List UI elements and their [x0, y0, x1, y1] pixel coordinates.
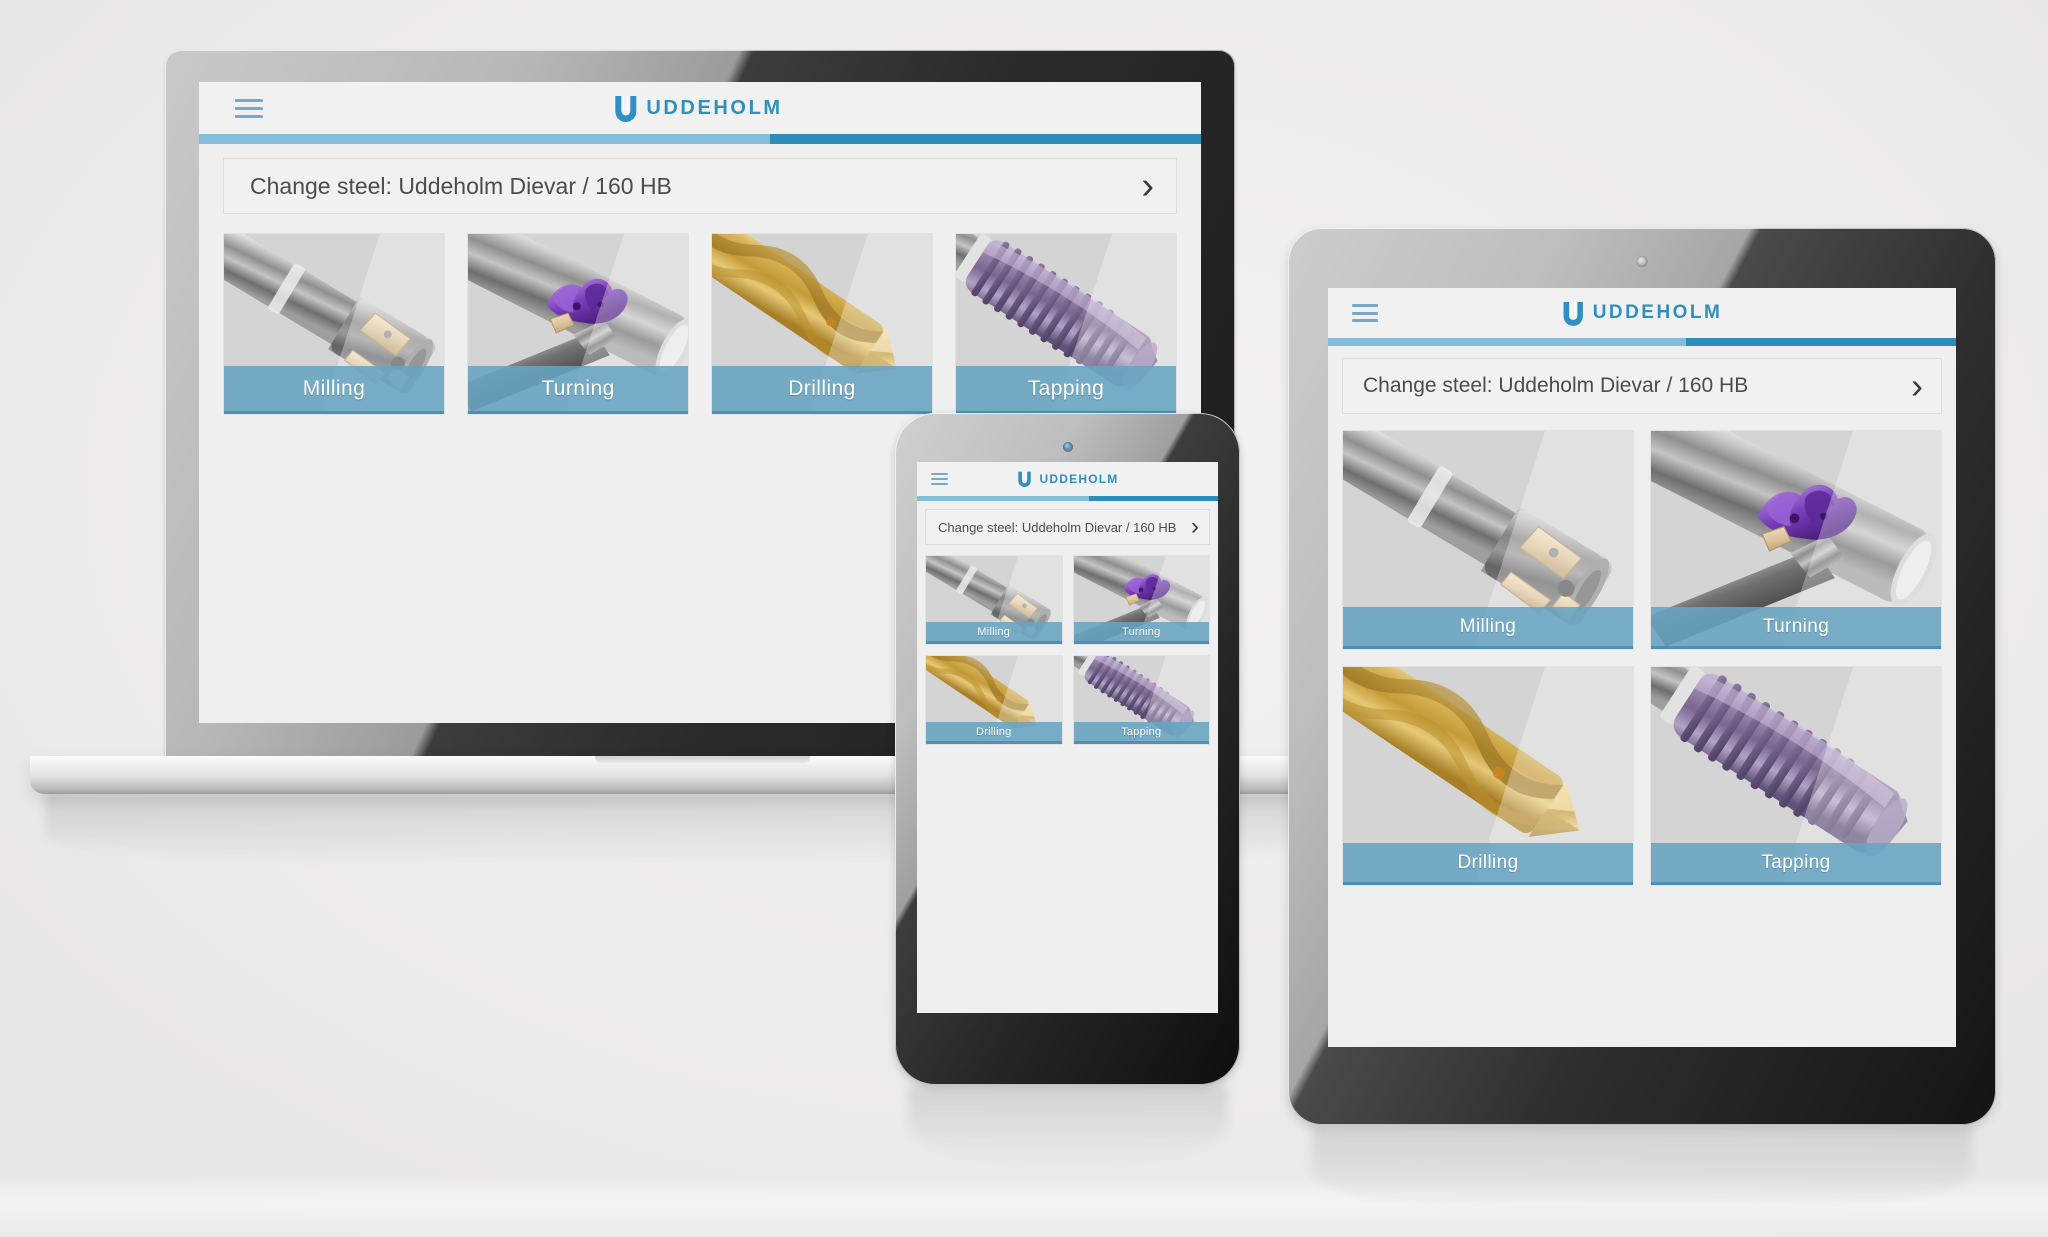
hamburger-line [931, 473, 948, 475]
change-steel-label: Change steel: Uddeholm Dievar / 160 HB [938, 519, 1177, 535]
tool-grid: Milling Turning Drilling Tapping [223, 233, 1177, 415]
hamburger-line [931, 478, 948, 480]
tool-caption: Drilling [712, 366, 932, 414]
hamburger-line [235, 114, 263, 118]
tablet-reflection [1312, 1127, 1972, 1217]
uddeholm-u-logo-icon [1017, 471, 1031, 487]
hamburger-menu-icon[interactable] [931, 473, 948, 485]
tool-card-milling[interactable]: Milling [1342, 430, 1634, 650]
tool-label: Tapping [1027, 376, 1105, 400]
app-topbar: UDDEHOLM [199, 82, 1201, 134]
front-camera-icon [1636, 256, 1648, 267]
app-content: Change steel: Uddeholm Dievar / 160 HB ›… [917, 501, 1218, 1013]
app-phone: UDDEHOLM Change steel: Uddeholm Dievar /… [917, 462, 1218, 1013]
tool-card-drilling[interactable]: Drilling [925, 655, 1063, 745]
chevron-right-icon[interactable]: › [1191, 515, 1199, 539]
tablet-device: UDDEHOLM Change steel: Uddeholm Dievar /… [1288, 228, 1996, 1217]
change-steel-selector[interactable]: Change steel: Uddeholm Dievar / 160 HB › [223, 158, 1177, 214]
chevron-right-icon[interactable]: › [1141, 167, 1154, 205]
tool-label: Turning [1762, 615, 1830, 637]
tool-card-tapping[interactable]: Tapping [1650, 666, 1942, 886]
hamburger-line [235, 106, 263, 110]
phone-frame: UDDEHOLM Change steel: Uddeholm Dievar /… [895, 413, 1240, 1085]
tool-label: Milling [977, 625, 1011, 638]
change-steel-label: Change steel: Uddeholm Dievar / 160 HB [1363, 374, 1749, 397]
tool-caption: Tapping [1073, 722, 1209, 744]
tool-grid: Milling Turning Drilling Tapping [1342, 430, 1942, 886]
phone-screen: UDDEHOLM Change steel: Uddeholm Dievar /… [917, 462, 1218, 1013]
tool-card-milling[interactable]: Milling [925, 555, 1063, 645]
hamburger-line [1352, 304, 1378, 307]
uddeholm-u-logo-icon [1563, 301, 1583, 326]
tool-label: Drilling [976, 725, 1012, 738]
app-tablet: UDDEHOLM Change steel: Uddeholm Dievar /… [1328, 288, 1956, 1047]
tool-card-milling[interactable]: Milling [223, 233, 445, 415]
tablet-frame: UDDEHOLM Change steel: Uddeholm Dievar /… [1288, 228, 1996, 1125]
tool-caption: Milling [1343, 607, 1633, 649]
tool-card-turning[interactable]: Turning [1072, 555, 1210, 645]
tool-card-drilling[interactable]: Drilling [711, 233, 933, 415]
hamburger-menu-icon[interactable] [235, 98, 263, 118]
front-camera-icon [1062, 442, 1073, 452]
tool-card-drilling[interactable]: Drilling [1342, 666, 1634, 886]
change-steel-selector[interactable]: Change steel: Uddeholm Dievar / 160 HB › [925, 509, 1210, 545]
hamburger-line [1352, 319, 1378, 322]
brand-wordmark: UDDEHOLM [646, 96, 783, 119]
tool-label: Drilling [1457, 851, 1519, 873]
tool-label: Turning [1122, 625, 1161, 638]
uddeholm-u-logo-icon [615, 95, 637, 122]
brand-wordmark: UDDEHOLM [1039, 472, 1119, 486]
tool-grid: Milling Turning Drilling Tapping [925, 555, 1210, 745]
hamburger-line [1352, 311, 1378, 315]
tool-card-tapping[interactable]: Tapping [1072, 655, 1210, 745]
hamburger-line [931, 483, 948, 485]
tool-label: Tapping [1121, 725, 1162, 738]
app-topbar: UDDEHOLM [917, 462, 1218, 496]
hamburger-menu-icon[interactable] [1352, 304, 1378, 322]
app-topbar: UDDEHOLM [1328, 288, 1956, 338]
tool-caption: Turning [1651, 607, 1941, 649]
tool-label: Drilling [788, 376, 856, 400]
tool-card-turning[interactable]: Turning [1650, 430, 1942, 650]
brand-logo[interactable]: UDDEHOLM [1562, 301, 1723, 326]
tool-label: Tapping [1761, 851, 1831, 873]
tool-card-tapping[interactable]: Tapping [955, 233, 1177, 415]
tool-label: Milling [1459, 615, 1517, 637]
app-content: Change steel: Uddeholm Dievar / 160 HB ›… [1328, 346, 1956, 1047]
accent-bar [199, 134, 1201, 144]
tool-caption: Drilling [1343, 843, 1633, 885]
change-steel-selector[interactable]: Change steel: Uddeholm Dievar / 160 HB › [1342, 358, 1942, 414]
hamburger-line [235, 98, 263, 102]
tool-caption: Tapping [1651, 843, 1941, 885]
accent-bar [917, 496, 1218, 501]
tool-caption: Turning [1073, 622, 1209, 644]
tool-caption: Milling [224, 366, 444, 414]
tool-caption: Drilling [926, 722, 1062, 744]
brand-logo[interactable]: UDDEHOLM [613, 95, 782, 122]
phone-device: UDDEHOLM Change steel: Uddeholm Dievar /… [895, 413, 1240, 1164]
tool-label: Milling [302, 376, 366, 400]
change-steel-label: Change steel: Uddeholm Dievar / 160 HB [250, 172, 672, 199]
brand-logo[interactable]: UDDEHOLM [1017, 471, 1119, 487]
tool-caption: Turning [468, 366, 688, 414]
brand-wordmark: UDDEHOLM [1592, 302, 1723, 323]
tool-caption: Milling [926, 622, 1062, 644]
tablet-screen: UDDEHOLM Change steel: Uddeholm Dievar /… [1328, 288, 1956, 1047]
tool-card-turning[interactable]: Turning [467, 233, 689, 415]
tool-caption: Tapping [956, 366, 1176, 414]
accent-bar [1328, 338, 1956, 346]
tool-label: Turning [541, 376, 615, 400]
phone-reflection [909, 1086, 1227, 1164]
chevron-right-icon[interactable]: › [1911, 368, 1923, 404]
